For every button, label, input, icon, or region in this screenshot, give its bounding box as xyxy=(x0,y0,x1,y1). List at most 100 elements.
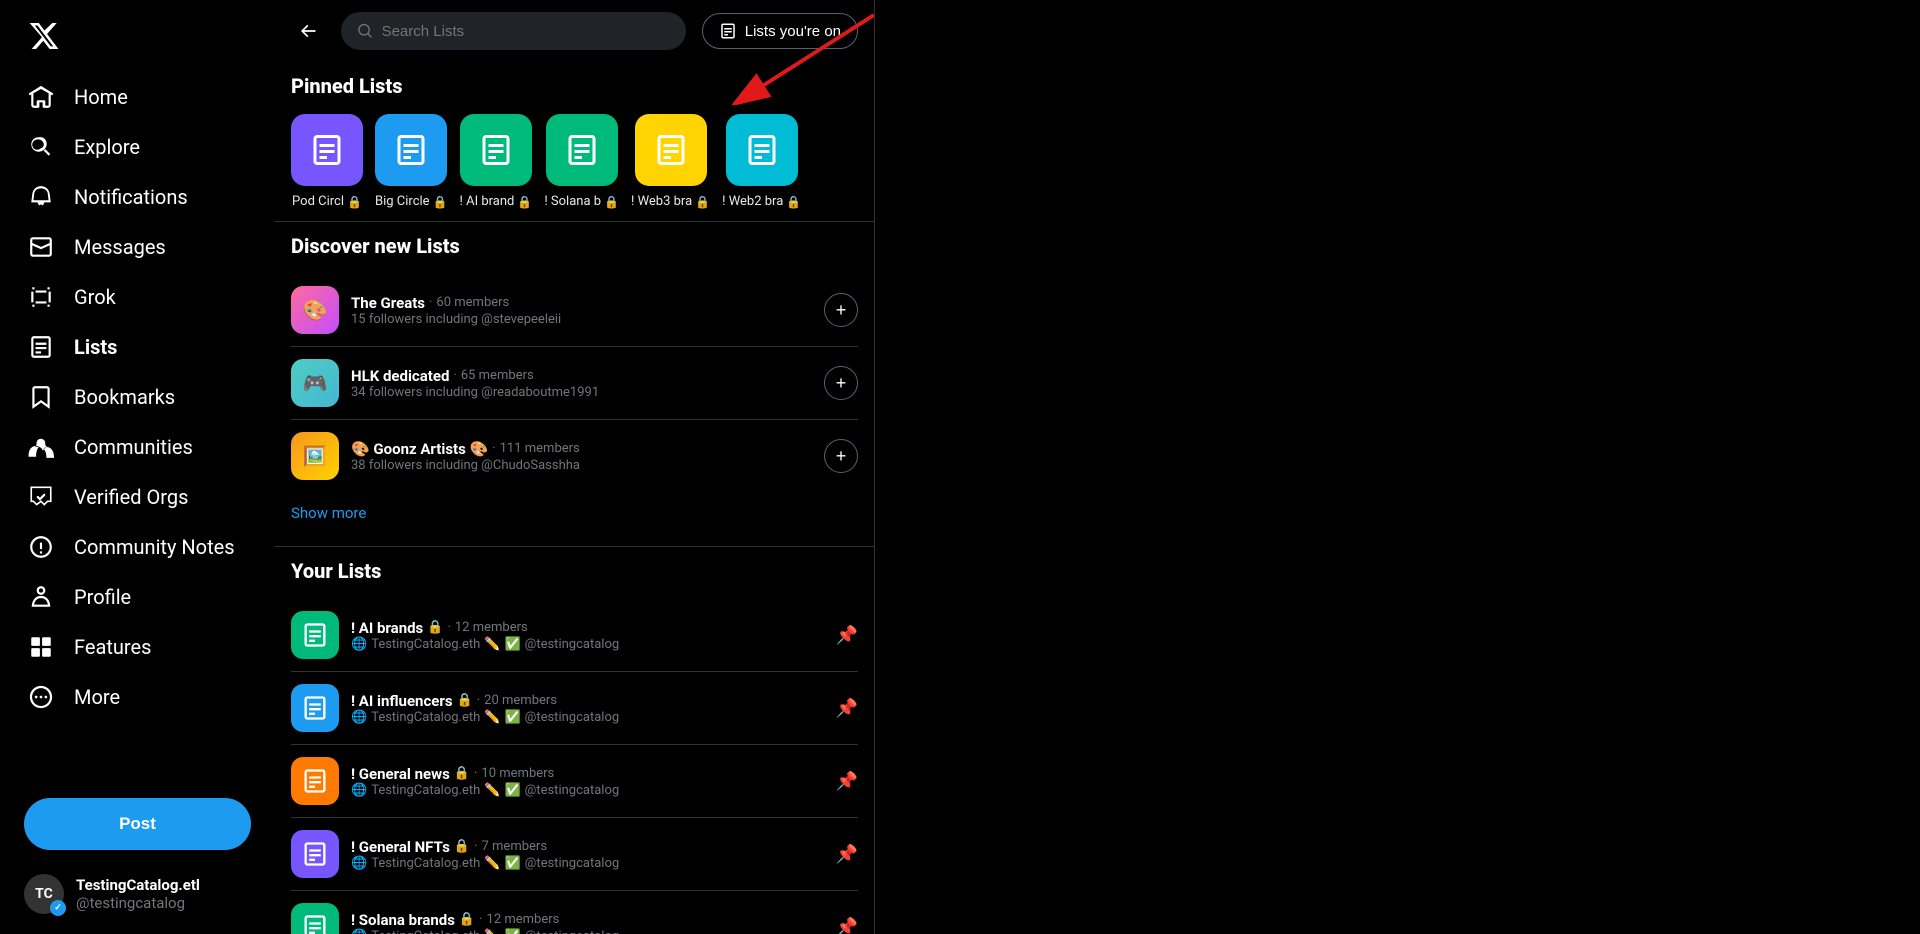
your-list-solana-brands[interactable]: ! Solana brands 🔒 · 12 members 🌐 Testing… xyxy=(291,891,858,934)
pinned-lists-container: Pod Circl 🔒 Big Circle 🔒 xyxy=(291,114,858,209)
sidebar-item-messages[interactable]: Messages xyxy=(12,222,263,272)
community-notes-label: Community Notes xyxy=(74,535,235,559)
general-news-info: ! General news 🔒 · 10 members 🌐 TestingC… xyxy=(351,765,824,798)
lists-you-on-button[interactable]: Lists you're on xyxy=(702,13,858,49)
community-notes-icon xyxy=(28,534,54,560)
discover-section: Discover new Lists 🎨 The Greats · 60 mem… xyxy=(275,222,874,546)
your-list-general-nfts[interactable]: ! General NFTs 🔒 · 7 members 🌐 TestingCa… xyxy=(291,818,858,891)
the-greats-avatar: 🎨 xyxy=(291,286,339,334)
pinned-list-solana[interactable]: ! Solana b 🔒 xyxy=(544,114,619,209)
more-label: More xyxy=(74,685,120,709)
your-list-ai-brands[interactable]: ! AI brands 🔒 · 12 members 🌐 TestingCata… xyxy=(291,599,858,672)
lock-icon: 🔒 xyxy=(786,195,801,209)
discover-list-the-greats[interactable]: 🎨 The Greats · 60 members 15 followers i… xyxy=(291,274,858,347)
discover-list-hlk[interactable]: 🎮 HLK dedicated · 65 members 34 follower… xyxy=(291,347,858,420)
sidebar-item-home[interactable]: Home xyxy=(12,72,263,122)
pin-icon-ai-brands: 📌 xyxy=(836,625,858,646)
lock-icon: 🔒 xyxy=(695,195,710,209)
sidebar-item-verified-orgs[interactable]: Verified Orgs xyxy=(12,472,263,522)
pod-circle-icon-box xyxy=(291,114,363,186)
ai-brands-icon xyxy=(291,611,339,659)
goonz-meta: 38 followers including @ChudoSasshha xyxy=(351,458,812,473)
communities-label: Communities xyxy=(74,435,193,459)
search-bar[interactable] xyxy=(341,12,686,50)
discover-list-goonz[interactable]: 🖼️ 🎨 Goonz Artists 🎨 · 111 members 38 fo… xyxy=(291,420,858,492)
the-greats-name: The Greats · 60 members xyxy=(351,294,812,312)
ai-influencers-info: ! AI influencers 🔒 · 20 members 🌐 Testin… xyxy=(351,692,824,725)
general-nfts-meta: 🌐 TestingCatalog.eth ✏️ ✅ @testingcatalo… xyxy=(351,856,824,871)
home-icon xyxy=(28,84,54,110)
pinned-list-big-circle[interactable]: Big Circle 🔒 xyxy=(375,114,448,209)
sidebar-item-community-notes[interactable]: Community Notes xyxy=(12,522,263,572)
your-lists-title: Your Lists xyxy=(291,559,858,583)
pinned-list-web3-1[interactable]: ! Web3 bra 🔒 xyxy=(631,114,710,209)
sidebar-item-explore[interactable]: Explore xyxy=(12,122,263,172)
explore-label: Explore xyxy=(74,135,140,159)
the-greats-info: The Greats · 60 members 15 followers inc… xyxy=(351,294,812,327)
sidebar-item-communities[interactable]: Communities xyxy=(12,422,263,472)
grok-label: Grok xyxy=(74,285,116,309)
pinned-lists-title: Pinned Lists xyxy=(291,74,858,98)
notifications-label: Notifications xyxy=(74,185,188,209)
solana-icon-box xyxy=(546,114,618,186)
web3-1-icon-box xyxy=(635,114,707,186)
your-list-ai-influencers[interactable]: ! AI influencers 🔒 · 20 members 🌐 Testin… xyxy=(291,672,858,745)
pin-icon-general-nfts: 📌 xyxy=(836,844,858,865)
profile-label: Profile xyxy=(74,585,131,609)
web3-2-icon-box xyxy=(726,114,798,186)
big-circle-icon-box xyxy=(375,114,447,186)
web3-1-name: ! Web3 bra 🔒 xyxy=(631,194,710,209)
add-goonz-button[interactable]: + xyxy=(824,439,858,473)
general-news-name: ! General news 🔒 · 10 members xyxy=(351,765,824,783)
pinned-list-ai-brand[interactable]: ! AI brand 🔒 xyxy=(460,114,533,209)
x-logo[interactable] xyxy=(12,8,263,68)
show-more-link[interactable]: Show more xyxy=(291,492,858,534)
pinned-list-web3-2[interactable]: ! Web2 bra 🔒 xyxy=(722,114,801,209)
ai-influencers-name: ! AI influencers 🔒 · 20 members xyxy=(351,692,824,710)
general-news-meta: 🌐 TestingCatalog.eth ✏️ ✅ @testingcatalo… xyxy=(351,783,824,798)
solana-name: ! Solana b 🔒 xyxy=(544,194,619,209)
lock-icon: 🔒 xyxy=(347,195,362,209)
sidebar-item-lists[interactable]: Lists xyxy=(12,322,263,372)
your-list-general-news[interactable]: ! General news 🔒 · 10 members 🌐 TestingC… xyxy=(291,745,858,818)
search-input[interactable] xyxy=(382,23,670,40)
add-the-greats-button[interactable]: + xyxy=(824,293,858,327)
solana-brands-meta: 🌐 TestingCatalog.eth ✏️ ✅ @testingcatalo… xyxy=(351,929,824,934)
search-icon xyxy=(357,22,374,40)
bell-icon xyxy=(28,184,54,210)
solana-brands-name: ! Solana brands 🔒 · 12 members xyxy=(351,911,824,929)
ai-influencers-meta: 🌐 TestingCatalog.eth ✏️ ✅ @testingcatalo… xyxy=(351,710,824,725)
sidebar: Home Explore Notifications Messages xyxy=(0,0,275,934)
pinned-list-pod-circle[interactable]: Pod Circl 🔒 xyxy=(291,114,363,209)
general-news-icon xyxy=(291,757,339,805)
sidebar-item-profile[interactable]: Profile xyxy=(12,572,263,622)
verified-badge: ✓ xyxy=(50,900,66,916)
communities-icon xyxy=(28,434,54,460)
bookmarks-label: Bookmarks xyxy=(74,385,175,409)
grok-icon xyxy=(28,284,54,310)
pin-icon-general-news: 📌 xyxy=(836,771,858,792)
web3-2-name: ! Web2 bra 🔒 xyxy=(722,194,801,209)
sidebar-item-more[interactable]: More xyxy=(12,672,263,722)
post-button[interactable]: Post xyxy=(24,798,251,850)
features-icon xyxy=(28,634,54,660)
back-button[interactable] xyxy=(291,14,325,48)
verified-orgs-label: Verified Orgs xyxy=(74,485,188,509)
add-hlk-button[interactable]: + xyxy=(824,366,858,400)
discover-title: Discover new Lists xyxy=(291,234,858,258)
hlk-avatar: 🎮 xyxy=(291,359,339,407)
sidebar-item-grok[interactable]: Grok xyxy=(12,272,263,322)
sidebar-item-bookmarks[interactable]: Bookmarks xyxy=(12,372,263,422)
hlk-name: HLK dedicated · 65 members xyxy=(351,367,812,385)
profile-row[interactable]: TC ✓ TestingCatalog.etl @testingcatalog xyxy=(12,862,263,926)
sidebar-item-notifications[interactable]: Notifications xyxy=(12,172,263,222)
ai-brand-name: ! AI brand 🔒 xyxy=(460,194,533,209)
verified-orgs-icon xyxy=(28,484,54,510)
big-circle-name: Big Circle 🔒 xyxy=(375,194,448,209)
lists-icon xyxy=(28,334,54,360)
solana-brands-info: ! Solana brands 🔒 · 12 members 🌐 Testing… xyxy=(351,911,824,934)
sidebar-item-features[interactable]: Features xyxy=(12,622,263,672)
general-nfts-info: ! General NFTs 🔒 · 7 members 🌐 TestingCa… xyxy=(351,838,824,871)
lock-icon: 🔒 xyxy=(517,195,532,209)
ai-brands-info: ! AI brands 🔒 · 12 members 🌐 TestingCata… xyxy=(351,619,824,652)
